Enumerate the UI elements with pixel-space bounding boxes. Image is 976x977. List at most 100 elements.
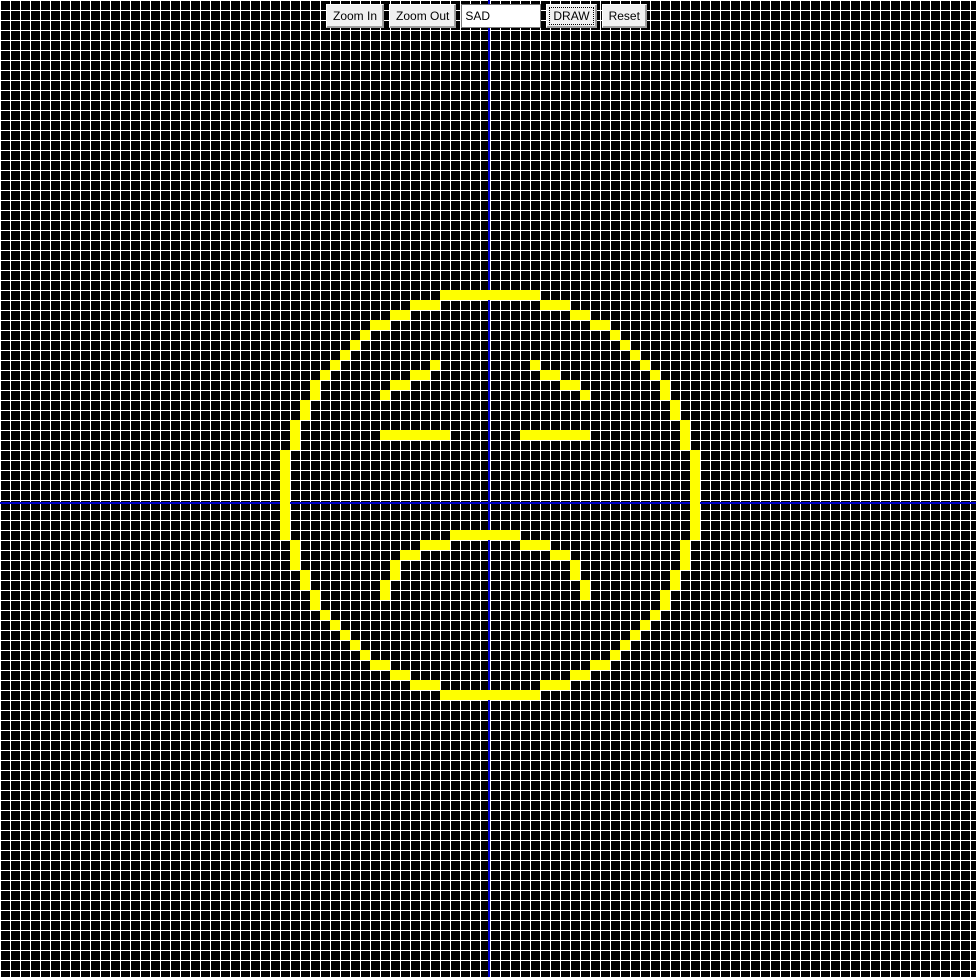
drawn-pixel bbox=[510, 530, 520, 540]
drawn-pixel bbox=[530, 430, 540, 440]
drawn-pixel bbox=[350, 340, 360, 350]
sad-face-drawing bbox=[0, 0, 976, 977]
drawn-pixel bbox=[420, 680, 430, 690]
drawn-pixel bbox=[290, 560, 300, 570]
drawn-pixel bbox=[570, 380, 580, 390]
drawn-pixel bbox=[640, 620, 650, 630]
drawn-pixel bbox=[380, 320, 390, 330]
drawn-pixel bbox=[530, 290, 540, 300]
drawn-pixel bbox=[310, 600, 320, 610]
drawn-pixel bbox=[410, 430, 420, 440]
drawn-pixel bbox=[590, 320, 600, 330]
drawn-pixel bbox=[430, 360, 440, 370]
drawn-pixel bbox=[690, 510, 700, 520]
drawn-pixel bbox=[310, 380, 320, 390]
drawn-pixel bbox=[680, 420, 690, 430]
drawn-pixel bbox=[690, 530, 700, 540]
drawn-pixel bbox=[280, 490, 290, 500]
drawn-pixel bbox=[570, 430, 580, 440]
drawn-pixel bbox=[560, 300, 570, 310]
drawn-pixel bbox=[280, 480, 290, 490]
drawn-pixel bbox=[340, 630, 350, 640]
drawn-pixel bbox=[540, 680, 550, 690]
drawn-pixel bbox=[280, 520, 290, 530]
drawn-pixel bbox=[280, 470, 290, 480]
drawn-pixel bbox=[300, 580, 310, 590]
drawn-pixel bbox=[500, 290, 510, 300]
drawn-pixel bbox=[430, 540, 440, 550]
drawn-pixel bbox=[650, 610, 660, 620]
drawn-pixel bbox=[290, 420, 300, 430]
drawn-pixel bbox=[630, 630, 640, 640]
drawn-pixel bbox=[300, 570, 310, 580]
drawn-pixel bbox=[490, 690, 500, 700]
drawn-pixel bbox=[330, 620, 340, 630]
drawn-pixel bbox=[500, 530, 510, 540]
drawn-pixel bbox=[680, 550, 690, 560]
drawing-canvas[interactable] bbox=[0, 0, 976, 977]
drawn-pixel bbox=[540, 370, 550, 380]
drawn-pixel bbox=[280, 510, 290, 520]
drawn-pixel bbox=[460, 290, 470, 300]
drawn-pixel bbox=[620, 640, 630, 650]
drawn-pixel bbox=[580, 590, 590, 600]
drawn-pixel bbox=[300, 410, 310, 420]
drawn-pixel bbox=[570, 310, 580, 320]
drawn-pixel bbox=[530, 360, 540, 370]
drawn-pixel bbox=[540, 430, 550, 440]
drawn-pixel bbox=[410, 300, 420, 310]
drawn-pixel bbox=[670, 400, 680, 410]
drawn-pixel bbox=[360, 650, 370, 660]
drawn-pixel bbox=[550, 680, 560, 690]
drawn-pixel bbox=[560, 430, 570, 440]
drawn-pixel bbox=[570, 560, 580, 570]
drawn-pixel bbox=[290, 550, 300, 560]
drawn-pixel bbox=[400, 380, 410, 390]
drawn-pixel bbox=[430, 680, 440, 690]
drawn-pixel bbox=[690, 480, 700, 490]
drawn-pixel bbox=[520, 430, 530, 440]
drawn-pixel bbox=[510, 290, 520, 300]
drawn-pixel bbox=[450, 530, 460, 540]
drawn-pixel bbox=[690, 460, 700, 470]
toolbar: Zoom In Zoom Out DRAW Reset bbox=[326, 3, 647, 29]
drawn-pixel bbox=[430, 430, 440, 440]
drawn-pixel bbox=[410, 680, 420, 690]
drawn-pixel bbox=[310, 390, 320, 400]
drawn-pixel bbox=[390, 310, 400, 320]
command-input[interactable] bbox=[461, 4, 542, 28]
drawn-pixel bbox=[580, 310, 590, 320]
drawn-pixel bbox=[450, 690, 460, 700]
drawn-pixel bbox=[390, 430, 400, 440]
drawn-pixel bbox=[320, 370, 330, 380]
drawn-pixel bbox=[370, 660, 380, 670]
drawn-pixel bbox=[440, 290, 450, 300]
drawn-pixel bbox=[600, 320, 610, 330]
drawn-pixel bbox=[490, 290, 500, 300]
drawn-pixel bbox=[470, 290, 480, 300]
drawn-pixel bbox=[300, 400, 310, 410]
drawn-pixel bbox=[420, 430, 430, 440]
drawn-pixel bbox=[430, 300, 440, 310]
drawn-pixel bbox=[610, 650, 620, 660]
drawn-pixel bbox=[290, 430, 300, 440]
drawn-pixel bbox=[530, 690, 540, 700]
drawn-pixel bbox=[500, 690, 510, 700]
drawn-pixel bbox=[690, 450, 700, 460]
drawn-pixel bbox=[540, 300, 550, 310]
drawn-pixel bbox=[670, 580, 680, 590]
zoom-in-button[interactable]: Zoom In bbox=[326, 4, 385, 28]
drawn-pixel bbox=[570, 670, 580, 680]
drawn-pixel bbox=[460, 530, 470, 540]
drawn-pixel bbox=[390, 670, 400, 680]
draw-button[interactable]: DRAW bbox=[546, 4, 597, 28]
drawn-pixel bbox=[380, 580, 390, 590]
drawn-pixel bbox=[550, 430, 560, 440]
drawn-pixel bbox=[690, 520, 700, 530]
drawn-pixel bbox=[280, 460, 290, 470]
drawn-pixel bbox=[470, 690, 480, 700]
drawn-pixel bbox=[490, 530, 500, 540]
drawn-pixel bbox=[560, 550, 570, 560]
zoom-out-button[interactable]: Zoom Out bbox=[389, 4, 457, 28]
reset-button[interactable]: Reset bbox=[601, 4, 647, 28]
